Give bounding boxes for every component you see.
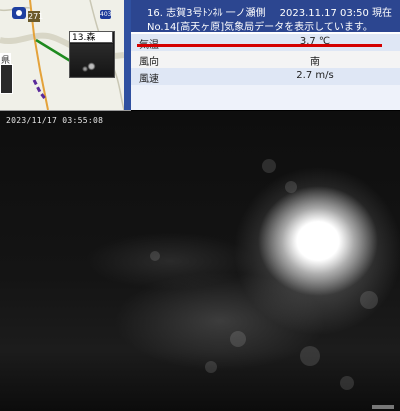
camera-scene: [0, 111, 400, 411]
camera-location-icon[interactable]: [12, 7, 26, 19]
live-camera-image[interactable]: 2023/11/17 03:55:08: [0, 111, 400, 411]
snow-flare: [230, 331, 246, 347]
camera-callout-label: 13.森: [69, 31, 113, 43]
snow-flare: [285, 181, 297, 193]
camera-timestamp: 2023/11/17 03:55:08: [6, 116, 104, 125]
data-source-note: No.14[高天ヶ原]気象局データを表示しています。: [147, 22, 373, 33]
temperature-row: 気温 3.7 ℃: [131, 34, 400, 51]
wind-direction-label: 風向: [139, 57, 159, 68]
wind-direction-row: 風向 南: [131, 51, 400, 68]
weather-info-panel: 16. 志賀3号ﾄﾝﾈﾙ 一ノ瀬側 2023.11.17 03:50 現在 No.…: [131, 0, 400, 110]
temperature-underline: [137, 44, 382, 47]
snow-flare: [262, 159, 276, 173]
route-shield-secondary: 403: [100, 10, 112, 19]
snow-flare: [300, 346, 320, 366]
snow-flare: [205, 361, 217, 373]
map-right-border: [124, 0, 131, 110]
empty-row: [131, 85, 400, 110]
camera-watermark: [372, 405, 394, 409]
camera-callout-thumbnail[interactable]: [70, 44, 113, 76]
wind-speed-label: 風速: [139, 74, 159, 85]
wind-direction-value: 南: [310, 57, 320, 68]
info-header: 16. 志賀3号ﾄﾝﾈﾙ 一ノ瀬側 2023.11.17 03:50 現在 No.…: [131, 0, 400, 33]
camera-thumbnail-left[interactable]: [0, 64, 13, 94]
info-title-line: 16. 志賀3号ﾄﾝﾈﾙ 一ノ瀬側 2023.11.17 03:50 現在: [147, 4, 392, 19]
location-map[interactable]: 271 403 県 13.森: [0, 0, 131, 111]
wind-speed-row: 風速 2.7 m/s: [131, 68, 400, 85]
snow-flare: [150, 251, 160, 261]
route-shield: 271: [28, 11, 44, 22]
snow-flare: [340, 376, 354, 390]
snow-flare: [360, 291, 378, 309]
wind-speed-value: 2.7 m/s: [296, 70, 334, 81]
